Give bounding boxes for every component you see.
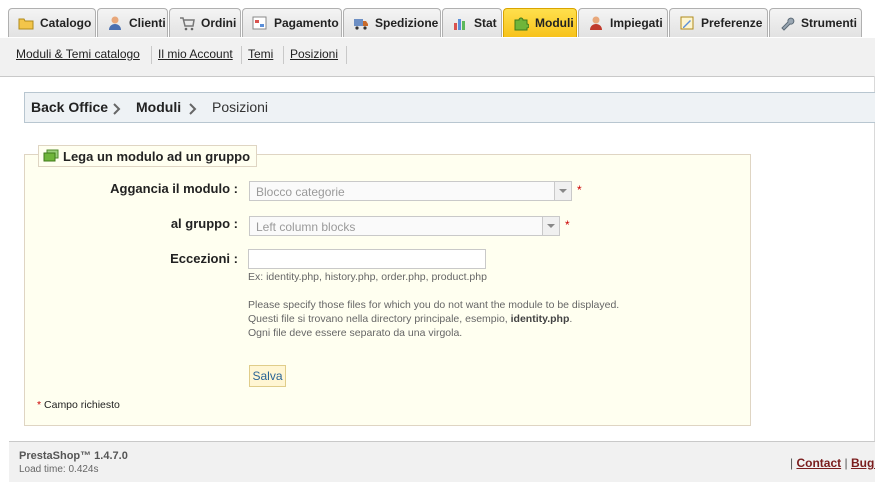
tab-ordini[interactable]: Ordini (169, 8, 241, 37)
exceptions-hint-line3: Ogni file deve essere separato da una vi… (248, 327, 463, 339)
breadcrumb: Back Office Moduli Posizioni (24, 92, 875, 123)
tab-label: Spedizione (375, 16, 439, 30)
tab-label: Clienti (129, 16, 166, 30)
hint-text: Questi file si trovano nella directory p… (248, 313, 508, 325)
subnav-il-mio-account[interactable]: Il mio Account (158, 47, 233, 61)
module-select[interactable]: Blocco categorie (249, 181, 572, 201)
subnav-separator (283, 46, 284, 64)
required-asterisk: * (37, 399, 42, 411)
exceptions-hint-line1: Please specify those files for which you… (248, 299, 620, 311)
footer-links: | Contact | Bug T (790, 456, 875, 470)
module-select-value: Blocco categorie (256, 185, 345, 199)
subnav-separator (346, 46, 347, 64)
employee-icon (588, 15, 604, 31)
tab-label: Stat (474, 16, 497, 30)
required-asterisk: * (577, 183, 582, 197)
chevron-right-icon (113, 102, 121, 118)
cart-icon (179, 15, 195, 31)
prestashop-version: PrestaShop™ 1.4.7.0 (19, 450, 128, 462)
fieldset-legend: Lega un modulo ad un gruppo (38, 145, 258, 167)
hint-punct: . (569, 313, 573, 325)
required-note-text: Campo richiesto (44, 399, 120, 411)
tab-impiegati[interactable]: Impiegati (578, 8, 668, 37)
footer-separator: | (790, 456, 794, 470)
tab-label: Preferenze (701, 16, 763, 30)
chart-icon (452, 15, 468, 31)
legend-text: Lega un modulo ad un gruppo (63, 148, 251, 164)
truck-icon (353, 15, 369, 31)
subnav-moduli-temi-catalogo[interactable]: Moduli & Temi catalogo (16, 47, 140, 61)
exceptions-label: Eccezioni : (170, 251, 238, 266)
subnav-temi[interactable]: Temi (248, 47, 273, 61)
puzzle-icon (513, 15, 529, 31)
tab-label: Pagamento (274, 16, 339, 30)
required-asterisk: * (565, 218, 570, 232)
subnav-posizioni[interactable]: Posizioni (290, 47, 338, 61)
preferences-icon (679, 15, 695, 31)
subnav-separator (151, 46, 152, 64)
contact-link[interactable]: Contact (796, 456, 841, 470)
exceptions-hint-line2: Questi file si trovano nella directory p… (248, 313, 572, 325)
tab-label: Moduli (535, 16, 574, 30)
tab-preferenze[interactable]: Preferenze (669, 8, 768, 37)
tab-strumenti[interactable]: Strumenti (769, 8, 862, 37)
tab-moduli[interactable]: Moduli (503, 8, 577, 37)
payment-icon (252, 15, 268, 31)
hint-filename: identity.php (510, 313, 570, 325)
breadcrumb-posizioni: Posizioni (212, 99, 269, 115)
module-label: Aggancia il modulo : (110, 181, 238, 196)
exceptions-input[interactable] (248, 249, 486, 269)
save-button[interactable]: Salva (249, 365, 286, 387)
chevron-right-icon (189, 102, 197, 118)
footer: PrestaShop™ 1.4.7.0 Load time: 0.424s | … (9, 441, 875, 482)
tab-pagamento[interactable]: Pagamento (242, 8, 342, 37)
exceptions-example: Ex: identity.php, history.php, order.php… (248, 271, 487, 283)
breadcrumb-back-office[interactable]: Back Office (31, 99, 108, 115)
group-select-value: Left column blocks (256, 220, 356, 234)
tab-label: Ordini (201, 16, 237, 30)
breadcrumb-moduli[interactable]: Moduli (136, 99, 181, 115)
footer-separator: | (844, 456, 848, 470)
tab-catalogo[interactable]: Catalogo (8, 8, 96, 37)
group-select[interactable]: Left column blocks (249, 216, 560, 236)
chevron-down-icon (542, 217, 559, 235)
tab-clienti[interactable]: Clienti (97, 8, 168, 37)
sub-navigation: Moduli & Temi catalogo Il mio Account Te… (0, 38, 875, 77)
tab-label: Catalogo (40, 16, 92, 30)
tab-label: Impiegati (610, 16, 663, 30)
tab-stat[interactable]: Stat (442, 8, 502, 37)
wrench-icon (779, 15, 795, 31)
main-tab-bar: Catalogo Clienti Ordini Pagamento Spediz… (0, 0, 875, 39)
subnav-separator (241, 46, 242, 64)
user-icon (107, 15, 123, 31)
chevron-down-icon (554, 182, 571, 200)
bug-tracker-link[interactable]: Bug T (851, 456, 875, 470)
group-label: al gruppo : (170, 216, 238, 231)
required-note: * Campo richiesto (37, 399, 120, 411)
module-group-icon (43, 149, 59, 163)
tab-spedizione[interactable]: Spedizione (343, 8, 441, 37)
tab-label: Strumenti (801, 16, 858, 30)
load-time: Load time: 0.424s (19, 464, 99, 475)
folder-icon (18, 15, 34, 31)
